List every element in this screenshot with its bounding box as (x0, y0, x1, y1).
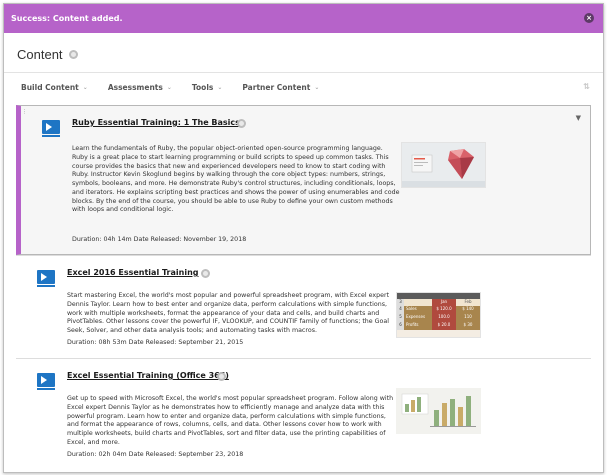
excel-365-thumbnail (396, 388, 481, 434)
info-icon[interactable] (201, 269, 210, 278)
drag-handle-icon[interactable]: ⋮ (22, 109, 27, 115)
banner-message: Success: Content added. (11, 14, 123, 23)
sheet-row: 4 Sales $ 120.0 $ 140 (397, 306, 480, 314)
ruby-gem-illustration (402, 143, 485, 187)
row-label: Sales (406, 306, 417, 311)
tools-menu[interactable]: Tools ⌄ (192, 83, 223, 92)
item-description: Learn the fundamentals of Ruby, the popu… (72, 145, 400, 214)
chevron-down-icon: ⌄ (314, 83, 320, 91)
partner-content-menu[interactable]: Partner Content ⌄ (242, 83, 319, 92)
info-icon[interactable] (69, 50, 79, 60)
item-description: Get up to speed with Microsoft Excel, th… (67, 395, 394, 446)
assessments-menu[interactable]: Assessments ⌄ (108, 83, 172, 92)
close-icon[interactable]: × (584, 13, 594, 23)
col-label: Feb (464, 299, 472, 304)
action-label: Build Content (21, 82, 79, 92)
cell-value: $ 20.0 (432, 322, 456, 330)
info-icon[interactable] (237, 119, 246, 128)
cell-value: $ 120.0 (432, 306, 456, 314)
item-meta: Duration: 04h 14m Date Released: Novembe… (72, 236, 247, 243)
col-label: Jan (432, 299, 456, 306)
excel-2016-thumbnail: 3 Jan Feb 4 Sales $ 120.0 $ 140 5 Expens… (396, 292, 481, 338)
video-course-icon (37, 373, 55, 390)
sort-icon[interactable]: ⇅ (583, 82, 590, 91)
video-course-icon (37, 270, 55, 287)
content-item-excel-2016[interactable]: Excel 2016 Essential Training Start mast… (16, 255, 591, 358)
cell-value: 110 (464, 314, 472, 319)
video-course-icon (42, 120, 60, 137)
page-title: Content (17, 47, 79, 62)
excel-chart-illustration (396, 388, 481, 434)
row-num: 5 (397, 314, 404, 322)
action-label: Tools (191, 82, 214, 92)
app-frame: Success: Content added. × Content Build … (3, 3, 604, 473)
ruby-thumbnail (401, 142, 486, 188)
sheet-row: 6 Profits $ 20.0 $ 30 (397, 322, 480, 330)
cell-value: $ 140 (462, 306, 474, 311)
item-title-link[interactable]: Ruby Essential Training: 1 The Basics (72, 118, 240, 127)
action-label: Partner Content (242, 82, 311, 92)
item-title-link[interactable]: Excel Essential Training (Office 365) (67, 371, 229, 380)
cell-value: 100.0 (432, 314, 456, 322)
item-title-link[interactable]: Excel 2016 Essential Training (67, 268, 199, 277)
success-banner: Success: Content added. × (4, 4, 603, 33)
row-num: 3 (397, 299, 404, 306)
page-title-text: Content (17, 47, 63, 62)
content-item-ruby[interactable]: ⋮ Ruby Essential Training: 1 The Basics … (16, 105, 591, 255)
sheet-row: 5 Expenses 100.0 110 (397, 314, 480, 322)
chevron-down-icon: ⌄ (82, 83, 88, 91)
action-label: Assessments (107, 82, 163, 92)
action-bar: Build Content ⌄ Assessments ⌄ Tools ⌄ Pa… (4, 74, 603, 100)
page-header: Content (4, 33, 603, 73)
row-num: 6 (397, 322, 404, 330)
row-label: Profits (406, 322, 419, 327)
content-item-excel-365[interactable]: Excel Essential Training (Office 365) Ge… (16, 358, 591, 472)
row-num: 4 (397, 306, 404, 314)
chevron-down-icon: ⌄ (217, 83, 223, 91)
info-icon[interactable] (217, 372, 226, 381)
row-label: Expenses (406, 314, 426, 319)
cell-value: $ 30 (463, 322, 473, 327)
sheet-header-row: 3 Jan Feb (397, 299, 480, 306)
item-meta: Duration: 02h 04m Date Released: Septemb… (67, 451, 244, 458)
item-meta: Duration: 08h 53m Date Released: Septemb… (67, 339, 244, 346)
item-description: Start mastering Excel, the world's most … (67, 292, 390, 334)
content-list: ⋮ Ruby Essential Training: 1 The Basics … (16, 105, 591, 472)
chevron-down-icon: ⌄ (166, 83, 172, 91)
col-label (404, 299, 432, 306)
build-content-menu[interactable]: Build Content ⌄ (21, 83, 88, 92)
chevron-down-icon[interactable]: ▼ (576, 114, 581, 122)
